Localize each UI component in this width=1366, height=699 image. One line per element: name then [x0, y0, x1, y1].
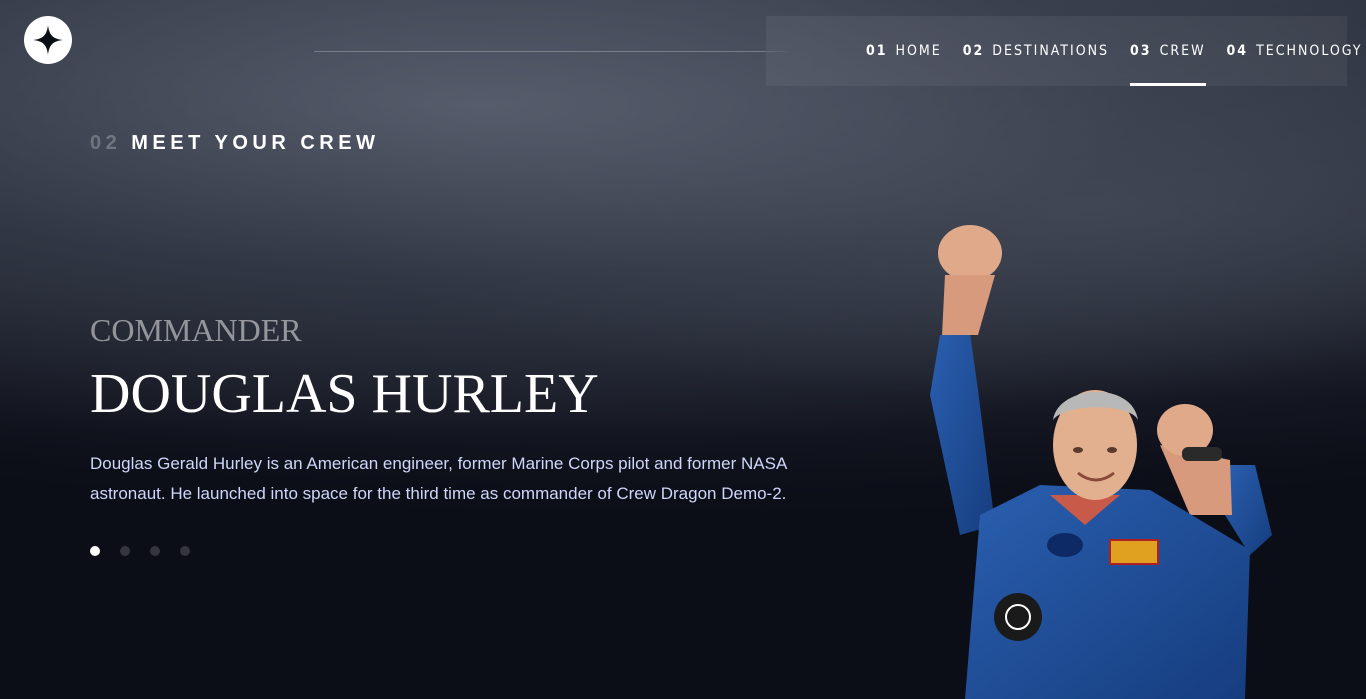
astronaut-portrait — [930, 225, 1272, 699]
nav-crew-num: 03 — [1130, 43, 1152, 59]
page-heading-num: 02 — [90, 132, 122, 154]
nav-destinations-num: 02 — [962, 43, 985, 59]
slide-dot-1[interactable] — [90, 546, 100, 556]
star-logo-icon[interactable] — [24, 16, 72, 64]
star-icon — [33, 25, 63, 55]
crew-role: COMMANDER — [90, 312, 302, 348]
nav-destinations-label: DESTINATIONS — [992, 43, 1110, 59]
nav-home[interactable]: 01 HOME — [866, 16, 942, 86]
nav-destinations[interactable]: 02 DESTINATIONS — [963, 16, 1109, 86]
page-heading-text: MEET YOUR CREW — [131, 132, 380, 154]
crew-bio: Douglas Gerald Hurley is an American eng… — [90, 454, 787, 503]
nav-technology-num: 04 — [1226, 43, 1249, 59]
crew-name: DOUGLAS HURLEY — [90, 363, 599, 425]
nav-crew[interactable]: 03 CREW — [1130, 16, 1206, 86]
slide-pagination — [90, 546, 190, 556]
nav-home-num: 01 — [866, 43, 888, 59]
nav-technology-label: TECHNOLOGY — [1256, 43, 1363, 59]
slide-dot-3[interactable] — [150, 546, 160, 556]
main-nav: 01 HOME 02 DESTINATIONS 03 CREW 04 TECHN… — [766, 16, 1360, 86]
page-heading: 02 MEET YOUR CREW — [90, 132, 379, 155]
nav-technology[interactable]: 04 TECHNOLOGY — [1227, 16, 1363, 86]
nav-home-label: HOME — [895, 43, 942, 59]
nav-crew-label: CREW — [1159, 43, 1206, 59]
slide-dot-4[interactable] — [180, 546, 190, 556]
header-divider — [314, 51, 787, 52]
slide-dot-2[interactable] — [120, 546, 130, 556]
